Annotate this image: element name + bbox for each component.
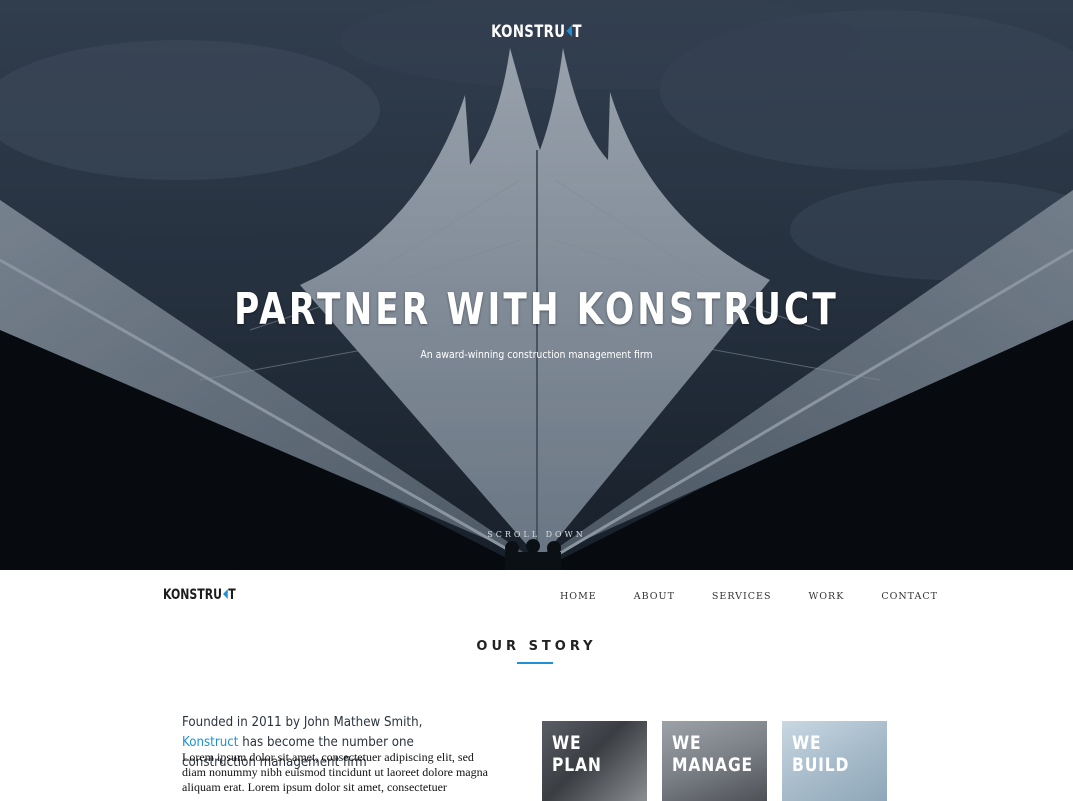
story-body-text: Lorem ipsum dolor sit amet, consectetuer… <box>182 750 488 794</box>
story-heading-pre: Founded in 2011 by John Mathew Smith, <box>182 714 423 730</box>
tile-label-line2: BUILD <box>792 754 850 776</box>
logo-text: KONSTRU <box>163 587 222 603</box>
hero-subtitle: An award-winning construction management… <box>420 348 653 361</box>
nav-item-work[interactable]: WORK <box>809 591 845 602</box>
logo-text: KONSTRU <box>491 22 566 42</box>
hero-title: PARTNER WITH KONSTRUCT <box>234 284 839 335</box>
nav-item-contact[interactable]: CONTACT <box>881 591 938 602</box>
tile-label: WE MANAGE <box>672 732 753 776</box>
service-tile-manage[interactable]: WE MANAGE <box>662 721 767 801</box>
brand-link[interactable]: Konstruct <box>182 734 238 750</box>
tile-label-line1: WE <box>792 732 822 754</box>
section-title: OUR STORY <box>476 639 597 654</box>
tile-label-line2: PLAN <box>552 754 602 776</box>
tile-label-line1: WE <box>672 732 702 754</box>
main-navbar: KONSTRU T HOME ABOUT SERVICES WORK CONTAC… <box>0 570 1073 624</box>
nav-menu: HOME ABOUT SERVICES WORK CONTACT <box>560 591 938 602</box>
tile-label: WE PLAN <box>552 732 602 776</box>
hero-logo[interactable]: KONSTRU T <box>118 22 955 42</box>
title-underline <box>517 662 553 664</box>
tile-label: WE BUILD <box>792 732 849 776</box>
tile-label-line1: WE <box>552 732 582 754</box>
nav-item-home[interactable]: HOME <box>560 591 597 602</box>
logo-text-end: T <box>572 22 582 42</box>
hero-banner: KONSTRU T PARTNER WITH KONSTRUCT An award… <box>0 0 1073 570</box>
service-tile-build[interactable]: WE BUILD <box>782 721 887 801</box>
logo-triangle-icon <box>566 25 572 37</box>
logo-triangle-icon <box>222 589 228 599</box>
nav-item-about[interactable]: ABOUT <box>634 591 675 602</box>
logo-text-end: T <box>228 587 236 603</box>
scroll-down-link[interactable]: SCROLL DOWN <box>0 530 1073 539</box>
nav-logo[interactable]: KONSTRU T <box>163 587 236 603</box>
nav-item-services[interactable]: SERVICES <box>712 591 772 602</box>
service-tile-plan[interactable]: WE PLAN <box>542 721 647 801</box>
tile-label-line2: MANAGE <box>672 754 754 776</box>
